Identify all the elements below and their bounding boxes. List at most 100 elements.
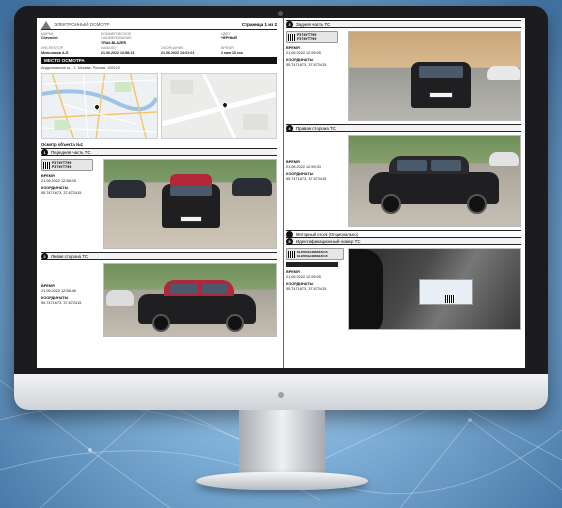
maps-row — [41, 73, 277, 140]
engine-bay-note: Моторный отсек (Опционально) — [286, 230, 521, 238]
page-indicator: Страница 1 из 2 — [241, 22, 277, 27]
meta-value: ЧЕРНЫЙ — [221, 36, 238, 41]
meta-cell: Окончание 21.06.2022 13:01:01 — [161, 46, 217, 55]
photo-info-rear: P376YT799 P376YT799 ВРЕМЯ 21.06.2022 12:… — [286, 31, 344, 121]
monitor: ЭЛЕКТРОННЫЙ ОСМОТР Страница 1 из 2 Марка… — [14, 6, 548, 410]
parked-car-shape — [106, 290, 134, 307]
car-wheel-shape — [381, 194, 401, 214]
photo-number: 1 — [41, 148, 48, 156]
photo-left-side[interactable] — [103, 263, 277, 338]
photo-row-right-side: ВРЕМЯ 21.06.2022 12:59:33 КООРДИНАТЫ 55.… — [286, 132, 521, 230]
photo-info-left-side: ВРЕМЯ 21.06.2022 12:58:46 КООРДИНАТЫ 55.… — [41, 263, 99, 337]
qr-code-icon — [288, 33, 295, 41]
meta-value: TRAILBLAZER — [101, 40, 127, 45]
coords-value: 55.747167З, 37.672415 — [286, 286, 327, 291]
qr-code-icon — [43, 161, 50, 169]
meta-cell: Коммерческое наименование TRAILBLAZER — [101, 32, 157, 45]
time-value: 21.06.2022 12:59:05 — [286, 50, 321, 55]
street-map[interactable] — [160, 73, 277, 140]
meta-value: 21.06.2022 12:58:13 — [101, 50, 135, 55]
car-roof-shape — [170, 174, 212, 187]
photo-header-right-side: 4 Правая сторона ТС — [286, 124, 521, 132]
time-value: 21.06.2022 12:58:46 — [41, 288, 76, 293]
meta-cell: Инспектор Мельников А.Л. — [41, 46, 97, 55]
vin-text: KL1PD6GL9NB016615 — [297, 254, 328, 258]
plate-text: P376YT799 — [297, 37, 317, 41]
photo-info-vin: KL1PD6GL9NB016615 KL1PD6GL9NB016615 ВРЕМ… — [286, 248, 344, 330]
car-wheel-shape — [152, 314, 170, 333]
photo-header-rear: 3 Задняя часть ТС — [286, 20, 521, 28]
plate-text: P376YT799 — [52, 165, 72, 170]
car-windshield-shape — [170, 186, 212, 197]
photo-title: Левая сторона ТС — [51, 253, 89, 259]
photo-number: 3 — [286, 20, 293, 28]
report-header: ЭЛЕКТРОННЫЙ ОСМОТР Страница 1 из 2 — [41, 20, 277, 30]
photo-row-left-side: ВРЕМЯ 21.06.2022 12:58:46 КООРДИНАТЫ 55.… — [41, 260, 277, 340]
door-edge-shape — [349, 249, 383, 329]
brand-logo-icon — [41, 20, 51, 29]
car-wheel-shape — [226, 314, 244, 333]
car-rear-window-shape — [419, 66, 463, 78]
parked-car-shape — [232, 178, 272, 197]
webcam-dot — [278, 11, 283, 16]
photo-header-left-side: 2 Левая сторона ТС — [41, 252, 277, 261]
vin-strip — [286, 262, 338, 267]
photo-front[interactable] — [103, 159, 277, 250]
vehicle-meta-grid: Марка Chevrolet Коммерческое наименование… — [41, 32, 277, 55]
monitor-screen: ЭЛЕКТРОННЫЙ ОСМОТР Страница 1 из 2 Марка… — [37, 18, 525, 368]
car-plate-shape — [180, 216, 202, 223]
car-wheel-shape — [467, 194, 487, 214]
parked-car-shape — [487, 66, 520, 80]
sticker-barcode-icon — [445, 295, 455, 303]
photo-rear[interactable] — [348, 31, 521, 121]
report-page-right: 3 Задняя часть ТС P376YT799 P376YT799 ВР… — [283, 18, 525, 368]
time-value: 21.06.2022 12:59:05 — [286, 274, 321, 279]
brand-title: ЭЛЕКТРОННЫЙ ОСМОТР — [54, 22, 110, 27]
street-map-graphic — [161, 74, 277, 139]
meta-value: Мельников А.Л. — [41, 50, 70, 55]
meta-label: Коммерческое наименование — [101, 32, 132, 41]
meta-value: 2 мин 10 сек — [221, 50, 243, 55]
report-page-left: ЭЛЕКТРОННЫЙ ОСМОТР Страница 1 из 2 Марка… — [37, 18, 279, 368]
photo-header-front: 1 Передняя часть ТС — [41, 148, 277, 157]
report-brand: ЭЛЕКТРОННЫЙ ОСМОТР — [41, 20, 110, 29]
meta-cell: Начало 21.06.2022 12:58:13 — [101, 46, 157, 55]
coords-value: 55.747167З, 37.672415 — [41, 300, 82, 305]
meta-cell: Время 2 мин 10 сек — [221, 46, 277, 55]
power-button[interactable] — [278, 392, 284, 398]
photo-number: 5 — [286, 237, 293, 245]
vin-recognition-chip: KL1PD6GL9NB016615 KL1PD6GL9NB016615 — [286, 248, 344, 260]
photo-info-front: P376YT799 P376YT799 ВРЕМЯ 21.06.2022 12:… — [41, 159, 99, 249]
car-window-shape — [431, 160, 461, 171]
city-map[interactable] — [41, 73, 158, 140]
photo-number-empty — [286, 230, 293, 238]
plate-recognition-chip: P376YT799 P376YT799 — [41, 159, 93, 172]
engine-bay-note-text: Моторный отсек (Опционально) — [296, 231, 358, 237]
meta-cell: Цвет ЧЕРНЫЙ — [221, 32, 277, 45]
meta-value: 21.06.2022 13:01:01 — [161, 50, 195, 55]
photo-row-vin: KL1PD6GL9NB016615 KL1PD6GL9NB016615 ВРЕМ… — [286, 245, 521, 333]
photo-vin-label[interactable] — [348, 248, 521, 330]
photo-title: Задняя часть ТС — [296, 21, 331, 27]
car-window-shape — [202, 284, 228, 295]
section-place-title: МЕСТО ОСМОТРА — [41, 57, 277, 65]
car-window-shape — [397, 160, 427, 171]
coords-value: 55.747167З, 37.672415 — [286, 62, 327, 67]
photo-right-side[interactable] — [348, 135, 521, 227]
meta-cell — [161, 32, 217, 45]
plate-recognition-chip: P376YT799 P376YT799 — [286, 31, 338, 43]
meta-cell: Марка Chevrolet — [41, 32, 97, 45]
time-value: 21.06.2022 12:58:05 — [41, 178, 76, 183]
coords-value: 55.747167З, 37.672415 — [41, 190, 82, 195]
place-address: Андроновское ш., 2, Москва, Россия, 1051… — [41, 66, 120, 71]
photo-info-right-side: ВРЕМЯ 21.06.2022 12:59:33 КООРДИНАТЫ 55.… — [286, 135, 344, 227]
qr-code-icon — [288, 250, 295, 258]
parked-car-shape — [108, 180, 146, 199]
meta-value: Chevrolet — [41, 36, 58, 41]
photo-number: 2 — [41, 252, 48, 260]
photo-row-rear: P376YT799 P376YT799 ВРЕМЯ 21.06.2022 12:… — [286, 28, 521, 124]
photo-header-vin: 5 Идентификационный номер ТС — [286, 237, 521, 245]
photo-row-front: P376YT799 P376YT799 ВРЕМЯ 21.06.2022 12:… — [41, 156, 277, 252]
coords-value: 55.747167З, 37.672415 — [286, 176, 327, 181]
photo-title: Идентификационный номер ТС — [296, 238, 361, 244]
